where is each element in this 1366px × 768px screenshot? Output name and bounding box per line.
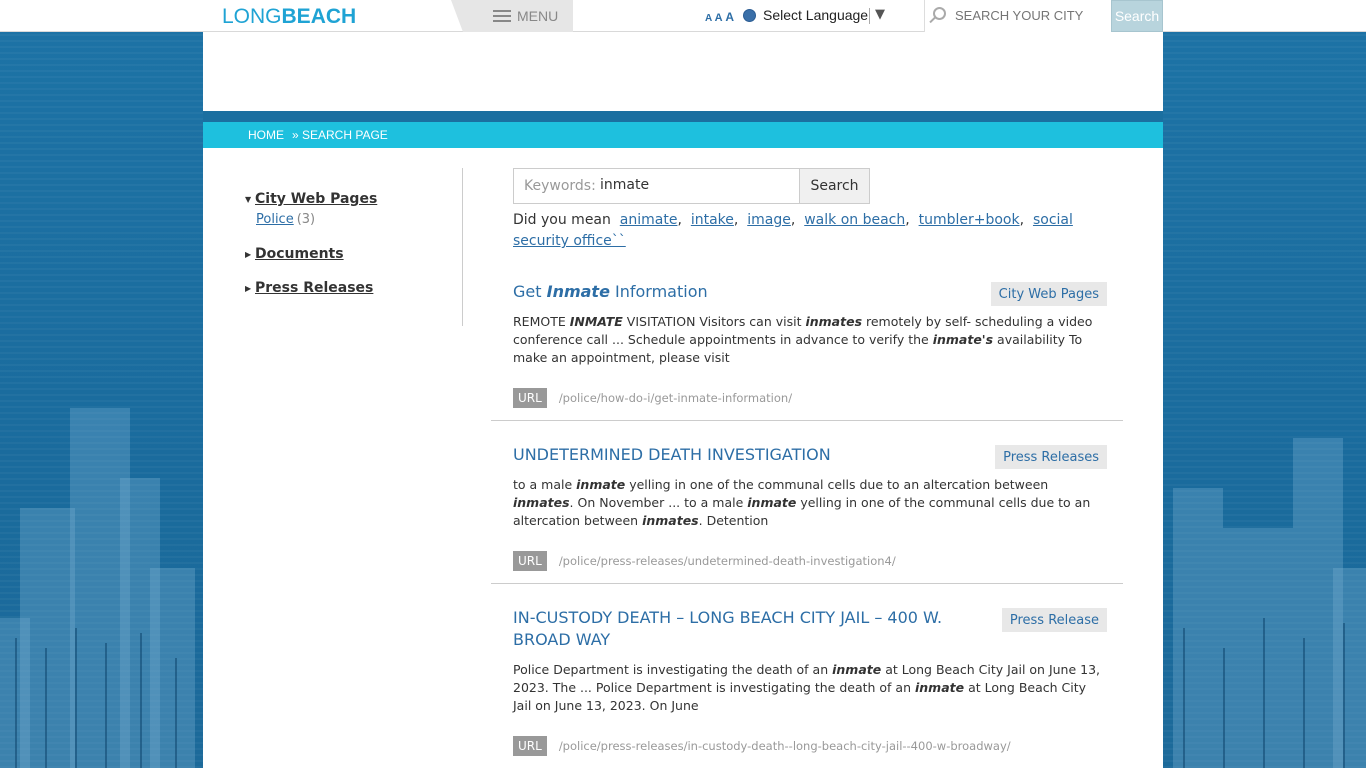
highlighted-keyword: inmate: [576, 477, 626, 492]
result-snippet: Police Department is investigating the d…: [513, 662, 1101, 713]
hamburger-icon: [493, 10, 511, 22]
highlighted-keyword: inmate's: [932, 332, 994, 347]
dropdown-arrow-icon[interactable]: ▼: [875, 7, 885, 22]
skyline-right-decoration: [1163, 368, 1366, 768]
result-url[interactable]: /police/press-releases/in-custody-death-…: [559, 739, 1011, 753]
city-search-input[interactable]: [955, 8, 1105, 23]
highlighted-keyword: inmates: [513, 495, 570, 510]
did-you-mean-label: Did you mean: [513, 212, 611, 228]
result-url[interactable]: /police/press-releases/undetermined-deat…: [559, 554, 896, 568]
result-divider: [491, 420, 1123, 421]
highlighted-keyword: inmate: [747, 495, 797, 510]
result-url[interactable]: /police/how-do-i/get-inmate-information/: [559, 391, 792, 405]
suggestion-link[interactable]: walk on beach: [804, 212, 905, 228]
suggestion-link[interactable]: intake: [691, 212, 734, 228]
url-badge: URL: [513, 736, 547, 756]
url-badge: URL: [513, 388, 547, 408]
result-url-row: URL /police/press-releases/in-custody-de…: [513, 736, 1011, 756]
font-size-medium-button[interactable]: A: [715, 12, 723, 24]
caret-down-icon: ▼: [245, 194, 252, 204]
language-select[interactable]: Select Language: [763, 7, 868, 23]
result-category-badge[interactable]: Press Release: [1001, 608, 1107, 632]
keywords-search-button[interactable]: Search: [799, 168, 870, 204]
highlighted-keyword: inmate: [832, 662, 882, 677]
menu-button[interactable]: MENU: [451, 0, 573, 32]
suggestion-link[interactable]: image: [747, 212, 791, 228]
font-size-controls: A A A: [705, 10, 734, 24]
search-icon: [933, 7, 946, 20]
facet-sub-police: Police (3): [256, 212, 315, 227]
result-category-badge[interactable]: City Web Pages: [990, 282, 1107, 306]
suggestion-link[interactable]: tumbler+book: [919, 212, 1020, 228]
highlighted-keyword: INMATE: [569, 314, 623, 329]
language-divider: [869, 8, 870, 24]
font-size-small-button[interactable]: A: [705, 13, 712, 24]
facet-city-web-pages[interactable]: ▼ City Web Pages: [245, 191, 377, 207]
facet-police-link[interactable]: Police: [256, 212, 294, 227]
caret-right-icon: ▶: [245, 249, 252, 259]
result-url-row: URL /police/press-releases/undetermined-…: [513, 551, 896, 571]
result-title-link[interactable]: Get Inmate Information: [513, 281, 983, 303]
breadcrumb-current: » SEARCH PAGE: [292, 128, 388, 142]
menu-label: MENU: [517, 8, 559, 24]
keywords-box: Keywords:: [513, 168, 800, 204]
keywords-label: Keywords:: [524, 178, 596, 194]
city-search-button[interactable]: Search: [1111, 0, 1163, 32]
logo-long-text: LONG: [222, 5, 282, 28]
result-title-link[interactable]: UNDETERMINED DEATH INVESTIGATION: [513, 444, 983, 466]
font-size-large-button[interactable]: A: [725, 10, 734, 24]
suggestion-link[interactable]: animate: [620, 212, 678, 228]
url-badge: URL: [513, 551, 547, 571]
highlighted-keyword: inmate: [914, 680, 965, 695]
facet-documents[interactable]: ▶ Documents: [245, 246, 344, 262]
result-title-link[interactable]: IN-CUSTODY DEATH – LONG BEACH CITY JAIL …: [513, 607, 983, 651]
highlighted-keyword: inmates: [805, 314, 863, 329]
caret-right-icon: ▶: [245, 283, 252, 293]
logo-beach-text: BEACH: [281, 5, 357, 28]
result-snippet: REMOTE INMATE VISITATION Visitors can vi…: [513, 314, 1093, 365]
top-bar: LONGBEACH MENU A A A Select Language ▼ S…: [0, 0, 1366, 32]
breadcrumb-home-link[interactable]: HOME: [248, 128, 284, 142]
breadcrumb: HOME » SEARCH PAGE: [203, 122, 1163, 148]
globe-icon: [743, 9, 756, 22]
main-container: HOME » SEARCH PAGE ▼ City Web Pages Polic…: [203, 32, 1163, 768]
skyline-left-decoration: [0, 368, 203, 768]
result-category-badge[interactable]: Press Releases: [995, 445, 1107, 469]
did-you-mean: Did you mean animate, intake, image, wal…: [513, 212, 1073, 249]
result-url-row: URL /police/how-do-i/get-inmate-informat…: [513, 388, 792, 408]
header-banner: [203, 32, 1163, 111]
long-beach-logo[interactable]: LONGBEACH: [222, 5, 356, 29]
keywords-input[interactable]: [600, 177, 790, 193]
highlighted-keyword: inmates: [642, 513, 699, 528]
facet-press-releases[interactable]: ▶ Press Releases: [245, 280, 373, 296]
result-snippet: to a male inmate yelling in one of the c…: [513, 477, 1091, 528]
city-search-box: [924, 0, 1111, 32]
facet-police-count: (3): [296, 212, 316, 227]
result-divider: [491, 583, 1123, 584]
